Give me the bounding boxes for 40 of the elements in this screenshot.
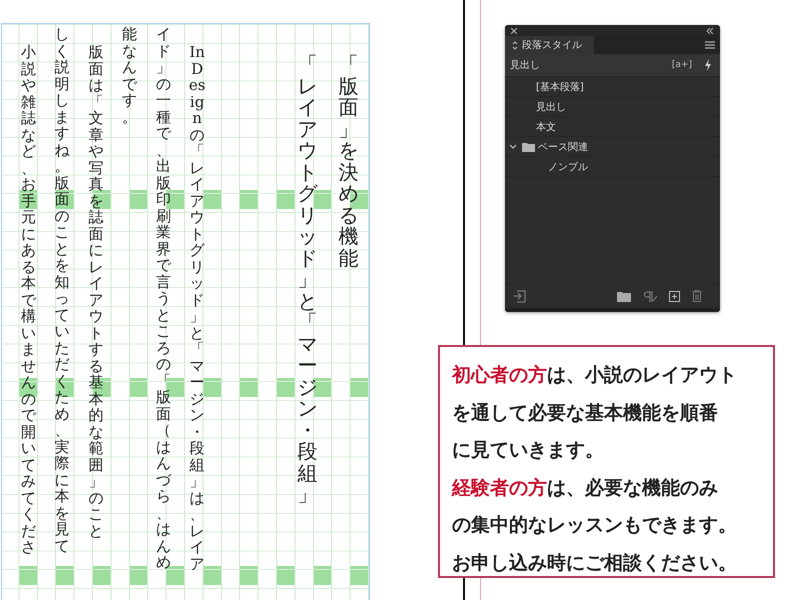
trash-icon[interactable] <box>692 290 702 302</box>
body-text-column: InDesign の「レイアウトグリッド」と「マージン・段組」は、レイア <box>188 44 206 572</box>
style-list-item[interactable]: 見出し <box>505 97 720 117</box>
new-style-override-button[interactable]: [a+] <box>672 60 692 70</box>
chevron-icon[interactable] <box>509 142 517 150</box>
pilcrow-icon[interactable] <box>643 290 657 302</box>
heading-line: 「レイアウトグリッド」と「マージン・段組」 <box>296 54 319 506</box>
style-label: [基本段落] <box>535 80 584 94</box>
callout-text-line: 経験者の方は、必要な機能のみ <box>452 476 719 500</box>
current-style-label: 見出し <box>510 58 541 72</box>
style-list-item[interactable]: ベース関連 <box>505 137 720 157</box>
close-icon[interactable] <box>511 28 517 34</box>
collapse-icon[interactable] <box>706 28 714 34</box>
menu-icon[interactable] <box>705 41 715 49</box>
style-label: ノンブル <box>547 160 588 174</box>
style-list-item[interactable]: 本文 <box>505 117 720 137</box>
style-label: 見出し <box>535 100 566 114</box>
style-list-item[interactable]: ノンブル <box>505 157 720 177</box>
folder-icon[interactable] <box>617 290 631 302</box>
body-text-column: 小説や雑誌など、お手元にある本で構いませんので開いてみてくださ <box>19 44 38 556</box>
body-text-column: イド」の一種で、出版印刷業界で言うところの「版面（はんづら、はんめ <box>154 26 173 570</box>
tab-label: 段落スタイル <box>522 38 582 52</box>
body-text-column: 能なんです。 <box>120 26 139 125</box>
heading-line: 「版面」を決める機能 <box>338 54 360 269</box>
callout-text-line: を通して必要な基本機能を順番 <box>452 400 719 426</box>
panel-tab[interactable]: 段落スタイル <box>505 36 594 54</box>
folder-icon <box>522 142 535 152</box>
callout-text-line: お申し込み時にご相談ください。 <box>452 550 738 576</box>
new-style-icon[interactable] <box>669 290 680 302</box>
updown-icon <box>512 40 518 50</box>
load-styles-icon[interactable] <box>513 290 526 302</box>
callout-text-line: に見ていきます。 <box>452 438 605 463</box>
lightning-icon[interactable] <box>704 59 712 71</box>
style-label: 本文 <box>535 120 556 134</box>
style-list-item[interactable]: [基本段落] <box>505 77 720 97</box>
body-text-column: 版面は「文章や写真を誌面にレイアウトする基本的な範囲」のこと <box>86 44 106 539</box>
style-group-label: ベース関連 <box>538 140 588 154</box>
callout-text-line: の集中的なレッスンもできます。 <box>452 513 738 538</box>
body-text-column: しく説明しますね。版面のことを知っていただくため、実際に本を見て <box>52 26 72 554</box>
callout-text-line: 初心者の方は、小説のレイアウト <box>452 363 738 388</box>
